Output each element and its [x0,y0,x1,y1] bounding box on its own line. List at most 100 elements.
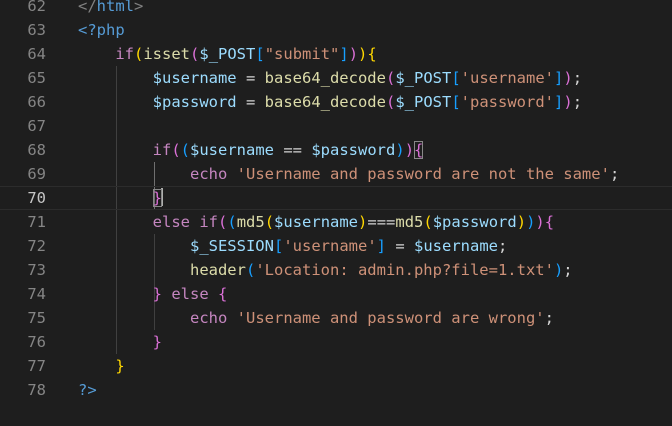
code-text: ?> [78,378,97,402]
code-token: ] [376,237,386,255]
code-token: $_POST [395,93,452,111]
code-text: } [78,187,163,209]
code-line[interactable]: 64 if(isset($_POST["submit"])){ [0,42,672,66]
code-line[interactable]: 68 if(($username == $password)){ [0,138,672,162]
code-text: if(($username == $password)){ [78,138,424,162]
code-token: ) [395,141,405,159]
code-token: ( [218,213,228,231]
code-text: echo 'Username and password are not the … [78,162,619,186]
code-token: { [367,45,377,63]
line-number: 69 [27,165,46,183]
code-token: if [115,45,134,63]
code-line[interactable]: 65 $username = base64_decode($_POST['use… [0,66,672,90]
line-number: 63 [27,21,46,39]
code-token: ; [572,93,583,111]
line-number: 70 [27,189,46,207]
code-token: ( [385,93,396,111]
code-line[interactable]: 74 } else { [0,282,672,306]
code-token: base64_decode [264,69,386,87]
code-token: else [171,285,209,303]
code-token: $username [414,237,498,255]
code-token: $username [190,141,275,159]
code-token: header [189,261,246,279]
code-line[interactable]: 75 echo 'Username and password are wrong… [0,306,672,330]
code-token: == [274,141,312,159]
code-line[interactable]: 77 } [0,354,672,378]
code-line[interactable]: 71 else if((md5($username)===md5($passwo… [0,210,672,234]
code-token: ] [554,69,564,87]
text-cursor [161,188,163,206]
line-number: 73 [27,261,46,279]
code-line[interactable]: 69 echo 'Username and password are not t… [0,162,672,186]
code-token: ( [227,213,237,231]
code-line[interactable]: 78 ?> [0,378,672,402]
code-token: 'Location: admin.php?file=1.txt' [255,261,554,279]
code-token: [ [451,93,461,111]
code-token: ) [358,213,368,231]
code-token: <?php [78,21,125,39]
code-token: md5 [236,213,265,231]
code-token: html [96,0,134,15]
line-number: 71 [27,213,46,231]
code-token: $username [274,213,359,231]
code-text: else if((md5($username)===md5($password)… [78,210,554,234]
code-token: } [115,357,125,375]
code-token: ; [563,261,573,279]
code-token: echo [189,309,228,327]
code-token: ; [544,309,554,327]
code-token: isset [143,45,191,63]
code-token: ( [134,45,144,63]
code-line[interactable]: 72 $_SESSION['username'] = $username; [0,234,672,258]
code-line[interactable]: 63 <?php [0,18,672,42]
code-token: } [152,285,162,303]
code-token: ) [526,213,536,231]
code-editor[interactable]: 62 </html> 63 <?php 64 if(isset($_POST["subm… [0,0,672,426]
line-number: 62 [27,0,46,15]
code-token: 'Username and password are not the same' [236,165,610,183]
code-line[interactable]: 67 [0,114,672,138]
code-token: [ [273,237,284,255]
bracket-match-highlight: { [414,141,424,159]
code-token: ( [245,261,256,279]
code-text: echo 'Username and password are wrong'; [78,306,554,330]
code-token: ) [404,141,415,159]
code-token: [ [451,69,461,87]
line-number: 65 [27,69,46,87]
code-token: { [544,213,555,231]
code-token: if [152,141,172,159]
code-token: ( [180,141,191,159]
code-token: ( [171,141,181,159]
code-token: $password [432,213,517,231]
code-line[interactable]: 76 } [0,330,672,354]
code-line[interactable]: 73 header('Location: admin.php?file=1.tx… [0,258,672,282]
code-text: if(isset($_POST["submit"])){ [78,42,377,66]
line-number: 76 [27,333,46,351]
code-token: ) [553,261,564,279]
code-token: = [236,93,265,111]
line-number: 68 [27,141,46,159]
code-line[interactable]: 66 $password = base64_decode($_POST['pas… [0,90,672,114]
code-text: $password = base64_decode($_POST['passwo… [78,90,582,114]
code-line[interactable]: 70 } [0,186,672,210]
line-number: 67 [27,117,46,135]
code-token: ) [563,69,573,87]
code-token: } [152,333,162,351]
code-line[interactable]: 62 </html> [0,0,672,18]
code-token: </ [78,0,97,15]
code-text: </html> [78,0,143,18]
code-token: 'Username and password are wrong' [236,309,545,327]
code-token: ) [516,213,527,231]
code-token: { [218,285,228,303]
